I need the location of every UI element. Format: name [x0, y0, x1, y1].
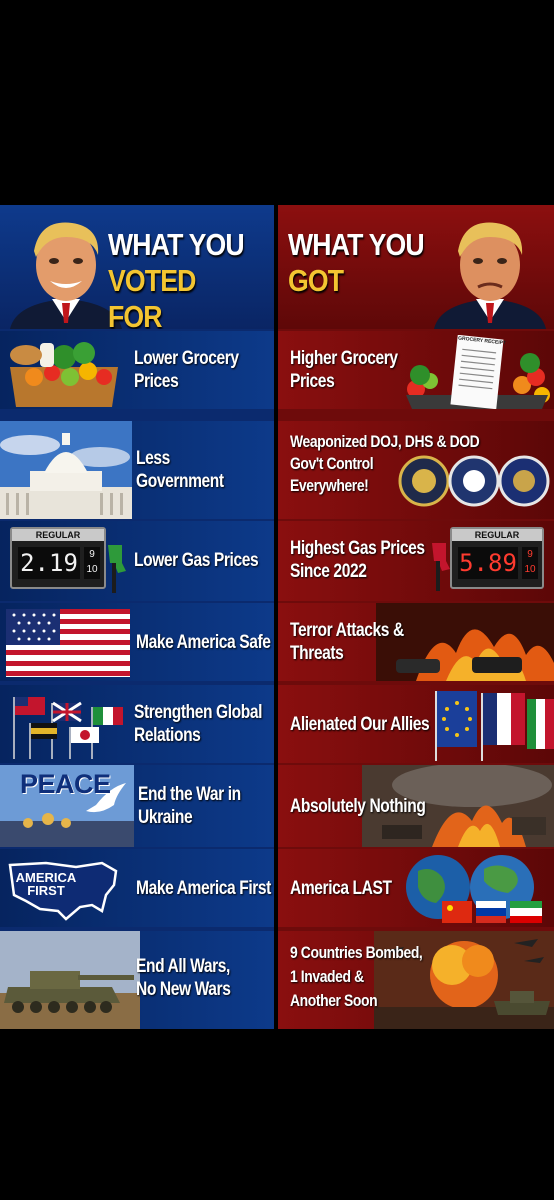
voted-label: Government: [136, 471, 224, 492]
frowning-portrait: [430, 211, 550, 329]
got-row-nothing: Absolutely Nothing: [278, 765, 554, 847]
got-label: Another Soon: [290, 991, 378, 1010]
header-right-line2: GOT: [288, 263, 344, 298]
got-row-america-last: America LAST: [278, 849, 554, 927]
what-you-got-header: WHAT YOU GOT: [278, 205, 554, 329]
got-label: Alienated Our Allies: [290, 714, 430, 735]
voted-row-ukraine: PEACE End the War in Ukraine: [0, 765, 274, 847]
voted-label: End All Wars,: [136, 956, 230, 977]
voted-label: Ukraine: [138, 807, 193, 828]
voted-row-grocery: Lower Grocery Prices: [0, 331, 274, 409]
what-you-got-column: WHAT YOU GOT Higher Grocery Prices GROCE…: [278, 205, 554, 1029]
voted-label: End the War in: [138, 784, 241, 805]
us-flag-icon: [6, 609, 130, 677]
got-label: Since 2022: [290, 561, 367, 582]
voted-row-america-first: AMERICA FIRST Make America First: [0, 849, 274, 927]
allied-flags-icon: [432, 689, 554, 761]
grocery-receipt-icon: [402, 335, 552, 409]
gas-sign-label: REGULAR: [452, 529, 542, 541]
gas-nozzle-icon: [428, 541, 452, 591]
gas-fraction-bottom: 10: [86, 564, 98, 575]
got-label: Higher Grocery: [290, 348, 398, 369]
grocery-bag-icon: [4, 337, 124, 407]
voted-label: Less: [136, 448, 170, 469]
got-label: Prices: [290, 371, 335, 392]
map-label-line2: FIRST: [27, 883, 65, 898]
got-row-government: Weaponized DOJ, DHS & DOD Gov't Control …: [278, 421, 554, 519]
gas-price: 2.19: [18, 547, 80, 579]
gas-fraction-bottom: 10: [524, 564, 536, 575]
got-label: Weaponized DOJ, DHS & DOD: [290, 432, 480, 451]
got-label: Highest Gas Prices: [290, 538, 425, 559]
gas-price-sign: REGULAR 5.89 9 10: [450, 527, 544, 589]
voted-row-global: Strengthen Global Relations: [0, 685, 274, 763]
tank-icon: [0, 931, 140, 1029]
gas-fraction-top: 9: [527, 549, 533, 560]
gas-sign-label: REGULAR: [12, 529, 104, 541]
header-left-line1: WHAT YOU: [108, 227, 245, 262]
agency-seals-icon: [398, 453, 550, 509]
gas-fraction-top: 9: [89, 549, 95, 560]
voted-label: Make America First: [136, 878, 271, 899]
header-left-line2: VOTED FOR: [108, 263, 196, 329]
got-row-grocery: Higher Grocery Prices GROCERY RECEIPT: [278, 331, 554, 409]
voted-label: Relations: [134, 725, 201, 746]
capitol-building-icon: [0, 421, 132, 519]
gas-nozzle-icon: [104, 543, 128, 593]
got-label: America LAST: [290, 878, 392, 899]
voted-label: Lower Grocery: [134, 348, 239, 369]
voted-row-government: Less Government: [0, 421, 274, 519]
got-label: 1 Invaded &: [290, 967, 364, 986]
comparison-poster: WHAT YOU VOTED FOR Lower Grocery Prices: [0, 205, 554, 1029]
voted-label: Prices: [134, 371, 179, 392]
got-label: Threats: [290, 643, 344, 664]
header-right-line1: WHAT YOU: [288, 227, 425, 262]
voted-label: Lower Gas Prices: [134, 550, 259, 571]
got-label: 9 Countries Bombed,: [290, 943, 423, 962]
got-row-gas: Highest Gas Prices Since 2022 REGULAR 5.…: [278, 521, 554, 601]
got-row-terror: Terror Attacks & Threats: [278, 603, 554, 681]
gas-price-sign: REGULAR 2.19 9 10: [10, 527, 106, 589]
world-flags-icon: [8, 693, 130, 759]
got-row-allies: Alienated Our Allies: [278, 685, 554, 763]
got-label: Terror Attacks &: [290, 620, 404, 641]
voted-label: No New Wars: [136, 979, 231, 1000]
voted-row-wars: End All Wars, No New Wars: [0, 931, 274, 1029]
voted-for-header: WHAT YOU VOTED FOR: [0, 205, 274, 329]
voted-label: Make America Safe: [136, 632, 271, 653]
voted-row-safe: Make America Safe: [0, 603, 274, 681]
voted-label: Strengthen Global: [134, 702, 263, 723]
globe-flags-icon: [398, 851, 554, 927]
gas-price: 5.89: [458, 547, 518, 579]
peace-label: PEACE: [20, 769, 111, 799]
voted-row-gas: REGULAR 2.19 9 10 Lower Gas Prices: [0, 521, 274, 601]
got-label: Absolutely Nothing: [290, 796, 426, 817]
got-row-bombed: 9 Countries Bombed, 1 Invaded & Another …: [278, 931, 554, 1029]
voted-for-column: WHAT YOU VOTED FOR Lower Grocery Prices: [0, 205, 274, 1029]
